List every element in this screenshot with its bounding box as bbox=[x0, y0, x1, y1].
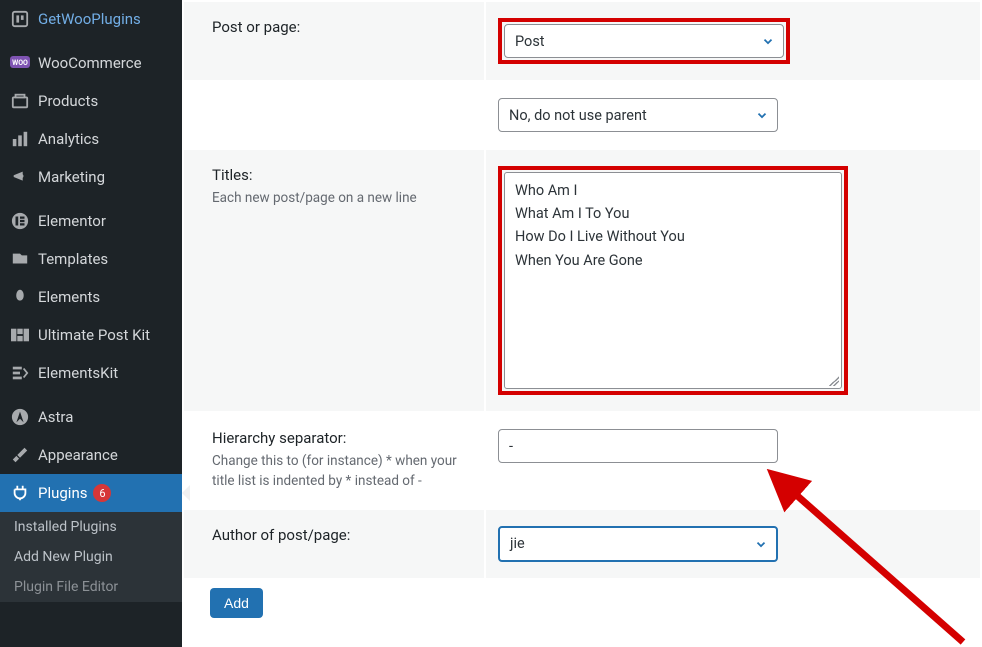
titles-label: Titles: bbox=[212, 166, 472, 184]
sidebar-item-ekit[interactable]: ElementsKit bbox=[0, 354, 182, 392]
plugins-icon bbox=[10, 483, 30, 503]
sidebar-item-marketing[interactable]: Marketing bbox=[0, 158, 182, 196]
plugins-submenu: Installed Plugins Add New Plugin Plugin … bbox=[0, 512, 182, 602]
sidebar-item-label: ElementsKit bbox=[38, 364, 118, 382]
sidebar-item-woocommerce[interactable]: WOO WooCommerce bbox=[0, 44, 182, 82]
sidebar-item-label: Elements bbox=[38, 288, 100, 306]
ekit-icon bbox=[10, 363, 30, 383]
submenu-installed-plugins[interactable]: Installed Plugins bbox=[0, 512, 182, 542]
sidebar-item-label: Elementor bbox=[38, 212, 106, 230]
titles-textarea[interactable]: Who Am I What Am I To You How Do I Live … bbox=[504, 172, 842, 389]
hierarchy-input[interactable] bbox=[498, 429, 778, 463]
sidebar-item-label: Templates bbox=[38, 250, 108, 268]
sidebar-item-label: Ultimate Post Kit bbox=[38, 326, 150, 344]
hierarchy-help: Change this to (for instance) * when you… bbox=[212, 451, 472, 492]
sidebar-item-plugins[interactable]: Plugins 6 bbox=[0, 474, 182, 512]
sidebar-item-label: Appearance bbox=[38, 446, 118, 464]
sidebar-item-label: Analytics bbox=[38, 130, 99, 148]
submenu-add-new-plugin[interactable]: Add New Plugin bbox=[0, 542, 182, 572]
sidebar-item-appearance[interactable]: Appearance bbox=[0, 436, 182, 474]
post-or-page-value: Post bbox=[515, 33, 545, 50]
sidebar-item-label: Plugins bbox=[38, 484, 87, 502]
author-select[interactable]: jie bbox=[498, 526, 778, 562]
sidebar-item-label: WooCommerce bbox=[38, 54, 142, 72]
sidebar-item-label: Marketing bbox=[38, 168, 105, 186]
appearance-icon bbox=[10, 445, 30, 465]
sidebar-item-templates[interactable]: Templates bbox=[0, 240, 182, 278]
sidebar-item-analytics[interactable]: Analytics bbox=[0, 120, 182, 158]
admin-sidebar: GetWooPlugins WOO WooCommerce Products A… bbox=[0, 0, 182, 647]
chevron-down-icon bbox=[755, 108, 769, 122]
sidebar-item-elements[interactable]: Elements bbox=[0, 278, 182, 316]
sidebar-item-getwooplugins[interactable]: GetWooPlugins bbox=[0, 0, 182, 38]
author-value: jie bbox=[510, 535, 525, 552]
hierarchy-label: Hierarchy separator: bbox=[212, 429, 472, 447]
sidebar-item-label: GetWooPlugins bbox=[38, 10, 141, 28]
chevron-down-icon bbox=[754, 537, 768, 551]
sidebar-item-elementor[interactable]: Elementor bbox=[0, 202, 182, 240]
elements-icon bbox=[10, 287, 30, 307]
products-icon bbox=[10, 91, 30, 111]
sidebar-item-products[interactable]: Products bbox=[0, 82, 182, 120]
chevron-down-icon bbox=[761, 34, 775, 48]
highlight-post-select: Post bbox=[498, 18, 790, 64]
upk-icon bbox=[10, 325, 30, 345]
post-or-page-label: Post or page: bbox=[212, 18, 472, 36]
marketing-icon bbox=[10, 167, 30, 187]
add-button[interactable]: Add bbox=[210, 588, 263, 618]
submenu-plugin-file-editor[interactable]: Plugin File Editor bbox=[0, 572, 182, 602]
elementor-icon bbox=[10, 211, 30, 231]
analytics-icon bbox=[10, 129, 30, 149]
sidebar-item-label: Products bbox=[38, 92, 98, 110]
gwp-icon bbox=[10, 9, 30, 29]
post-or-page-select[interactable]: Post bbox=[504, 24, 784, 58]
highlight-titles: Who Am I What Am I To You How Do I Live … bbox=[498, 166, 848, 395]
sidebar-item-astra[interactable]: Astra bbox=[0, 398, 182, 436]
astra-icon bbox=[10, 407, 30, 427]
plugins-badge: 6 bbox=[93, 484, 111, 502]
templates-icon bbox=[10, 249, 30, 269]
author-label: Author of post/page: bbox=[212, 526, 472, 544]
svg-text:WOO: WOO bbox=[12, 59, 28, 67]
parent-select[interactable]: No, do not use parent bbox=[498, 98, 778, 132]
sidebar-item-label: Astra bbox=[38, 408, 73, 426]
sidebar-item-upk[interactable]: Ultimate Post Kit bbox=[0, 316, 182, 354]
main-content: Post or page: Post No, do not use parent bbox=[182, 0, 982, 647]
woo-icon: WOO bbox=[10, 53, 30, 73]
titles-help: Each new post/page on a new line bbox=[212, 188, 472, 208]
parent-value: No, do not use parent bbox=[509, 107, 647, 124]
